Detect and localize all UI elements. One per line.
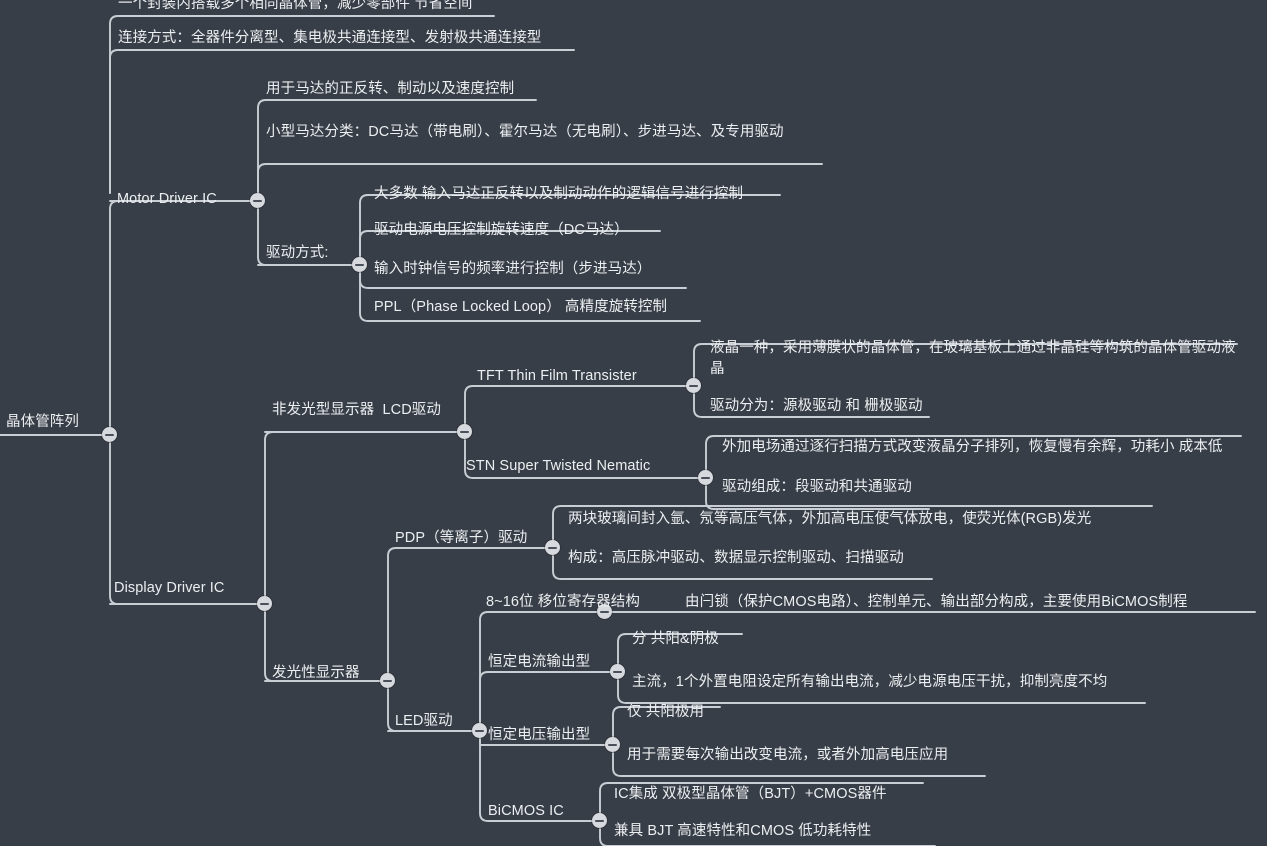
node-root-transistor-array[interactable]: 晶体管阵列: [6, 412, 79, 433]
toggle-root[interactable]: [102, 427, 117, 442]
node-lcd-non-emissive[interactable]: 非发光型显示器 LCD驱动: [272, 400, 441, 421]
node-tft-desc[interactable]: 液晶一种，采用薄膜状的晶体管，在玻璃基板上通过非晶硅等构筑的晶体管驱动液晶: [710, 338, 1238, 380]
node-array-note-2[interactable]: 连接方式：全器件分离型、集电极共通连接型、发射极共通连接型: [118, 28, 541, 49]
node-constant-current-type[interactable]: 恒定电流输出型: [488, 652, 590, 673]
node-stn[interactable]: STN Super Twisted Nematic: [466, 456, 650, 477]
node-bicmos-characteristics[interactable]: 兼具 BJT 高速特性和CMOS 低功耗特性: [614, 821, 871, 842]
node-pdp[interactable]: PDP（等离子）驱动: [395, 528, 527, 549]
node-bicmos-ic[interactable]: BiCMOS IC: [488, 801, 564, 822]
toggle-emissive-display[interactable]: [380, 673, 395, 688]
node-constant-voltage-desc[interactable]: 用于需要每次输出改变电流，或者外加高电压应用: [627, 745, 948, 766]
toggle-drive-mode[interactable]: [352, 257, 367, 272]
node-constant-voltage-type[interactable]: 恒定电压输出型: [488, 725, 590, 746]
node-drive-ppl[interactable]: PPL（Phase Locked Loop） 高精度旋转控制: [374, 297, 667, 318]
toggle-pdp[interactable]: [545, 540, 560, 555]
node-motor-usage[interactable]: 用于马达的正反转、制动以及速度控制: [266, 79, 514, 100]
node-emissive-display[interactable]: 发光性显示器: [272, 663, 360, 684]
node-led-driver[interactable]: LED驱动: [395, 711, 453, 732]
node-display-driver-ic[interactable]: Display Driver IC: [114, 578, 224, 599]
toggle-display-driver-ic[interactable]: [257, 596, 272, 611]
toggle-led[interactable]: [472, 723, 487, 738]
node-pdp-desc[interactable]: 两块玻璃间封入氩、氖等高压气体，外加高电压使气体放电，使荧光体(RGB)发光: [568, 509, 1091, 530]
node-tft-drive-split[interactable]: 驱动分为：源极驱动 和 栅极驱动: [710, 396, 923, 417]
node-constant-voltage-polarity[interactable]: 仅 共阳极用: [627, 702, 704, 723]
node-stn-desc[interactable]: 外加电场通过逐行扫描方式改变液晶分子排列，恢复慢有余辉，功耗小 成本低: [722, 437, 1223, 458]
node-array-note-1[interactable]: 一个封装内搭载多个相同晶体管，减少零部件 节省空间: [118, 0, 473, 15]
mindmap-canvas[interactable]: 晶体管阵列 一个封装内搭载多个相同晶体管，减少零部件 节省空间 连接方式：全器件…: [0, 0, 1267, 846]
node-motor-driver-ic[interactable]: Motor Driver IC: [117, 189, 217, 210]
toggle-stn[interactable]: [698, 470, 713, 485]
toggle-motor-driver-ic[interactable]: [250, 193, 265, 208]
node-drive-logic-signal[interactable]: 大多数 输入马达正反转以及制动动作的逻辑信号进行控制: [374, 184, 743, 205]
node-drive-mode[interactable]: 驱动方式:: [266, 243, 329, 264]
toggle-bicmos[interactable]: [592, 813, 607, 828]
node-pdp-composition[interactable]: 构成：高压脉冲驱动、数据显示控制驱动、扫描驱动: [568, 548, 904, 569]
node-drive-voltage-speed[interactable]: 驱动电源电压控制旋转速度（DC马达）: [374, 220, 629, 241]
node-constant-current-polarity[interactable]: 分 共阳&阴极: [632, 629, 719, 650]
toggle-constant-current[interactable]: [610, 664, 625, 679]
toggle-constant-voltage[interactable]: [605, 737, 620, 752]
node-bicmos-integration[interactable]: IC集成 双极型晶体管（BJT）+CMOS器件: [614, 784, 887, 805]
node-drive-clock-frequency[interactable]: 输入时钟信号的频率进行控制（步进马达）: [374, 259, 651, 280]
node-motor-types[interactable]: 小型马达分类：DC马达（带电刷）、霍尔马达（无电刷）、步进马达、及专用驱动: [266, 122, 824, 143]
node-shift-register-desc[interactable]: 由闩锁（保护CMOS电路）、控制单元、输出部分构成，主要使用BiCMOS制程: [685, 592, 1187, 613]
toggle-tft[interactable]: [686, 378, 701, 393]
node-constant-current-desc[interactable]: 主流，1个外置电阻设定所有输出电流，减少电源电压干扰，抑制亮度不均: [632, 672, 1107, 693]
node-stn-drive-composition[interactable]: 驱动组成：段驱动和共通驱动: [722, 477, 912, 498]
node-shift-register[interactable]: 8~16位 移位寄存器结构: [486, 592, 640, 613]
toggle-lcd[interactable]: [457, 424, 472, 439]
node-tft[interactable]: TFT Thin Film Transister: [477, 366, 637, 387]
